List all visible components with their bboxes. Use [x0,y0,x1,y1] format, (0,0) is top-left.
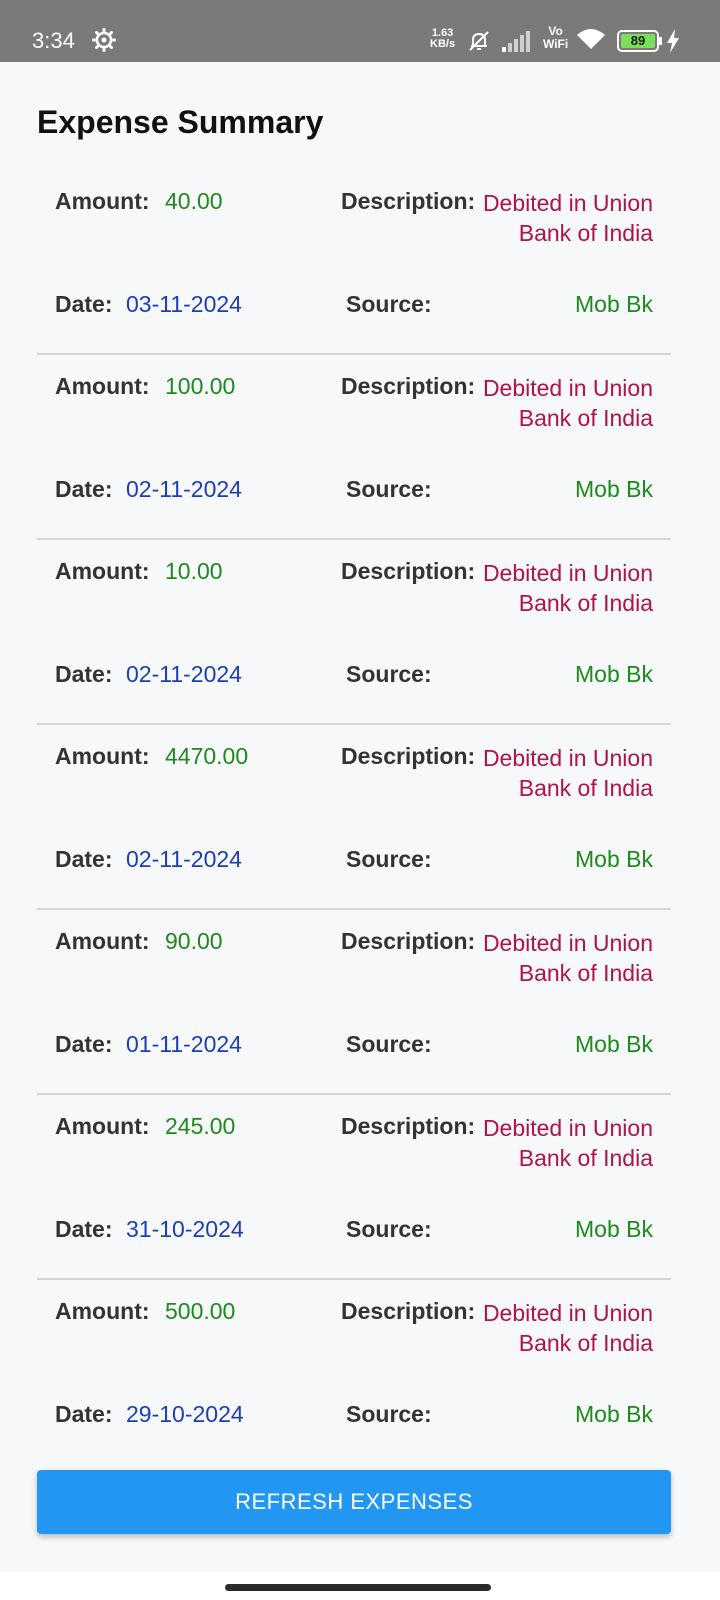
amount-value: 10.00 [165,558,223,584]
expense-item: Amount: 500.00 Description: Debited in U… [37,1280,671,1465]
date-label: Date: [55,1401,113,1427]
expense-item: Amount: 10.00 Description: Debited in Un… [37,540,671,725]
status-time: 3:34 [32,28,75,53]
date-label: Date: [55,661,113,687]
description-value: Debited in Union Bank of India [482,930,653,986]
amount-value: 245.00 [165,1113,236,1139]
gear-icon [92,28,116,52]
expense-item: Amount: 4470.00 Description: Debited in … [37,725,671,910]
amount-label: Amount: [55,1113,150,1139]
source-label: Source: [346,1031,432,1057]
wifi-icon [577,29,605,49]
signal-icon [502,31,530,52]
wifi-label: WiFi [543,37,569,51]
description-value: Debited in Union Bank of India [482,745,653,801]
vowifi-indicator: Vo WiFi [543,25,568,51]
source-label: Source: [346,1216,432,1242]
expense-item: Amount: 90.00 Description: Debited in Un… [37,910,671,1095]
description-value: Debited in Union Bank of India [482,1115,653,1171]
expense-item: Amount: 245.00 Description: Debited in U… [37,1095,671,1280]
source-label: Source: [346,661,432,687]
refresh-expenses-button[interactable]: REFRESH EXPENSES [37,1470,671,1534]
net-speed: 1.63 KB/s [430,28,455,50]
date-value: 03-11-2024 [126,291,242,317]
amount-value: 90.00 [165,928,223,954]
amount-label: Amount: [55,1298,150,1324]
battery-level: 89 [630,33,646,48]
source-value: Mob Bk [575,661,653,687]
date-value: 01-11-2024 [126,1031,242,1057]
source-label: Source: [346,291,432,317]
amount-value: 4470.00 [165,743,249,769]
expense-list[interactable]: Amount: 40.00 Description: Debited in Un… [37,170,671,1465]
amount-value: 500.00 [165,1298,236,1324]
source-label: Source: [346,846,432,872]
description-value: Debited in Union Bank of India [482,190,653,246]
source-value: Mob Bk [575,846,653,872]
amount-label: Amount: [55,373,150,399]
gesture-nav-handle[interactable] [225,1584,491,1591]
source-value: Mob Bk [575,1031,653,1057]
amount-label: Amount: [55,558,150,584]
expense-item: Amount: 100.00 Description: Debited in U… [37,355,671,540]
date-value: 29-10-2024 [126,1401,244,1427]
date-label: Date: [55,846,113,872]
source-value: Mob Bk [575,1216,653,1242]
description-value: Debited in Union Bank of India [482,1300,653,1356]
amount-label: Amount: [55,188,150,214]
amount-value: 100.00 [165,373,236,399]
date-label: Date: [55,291,113,317]
date-label: Date: [55,476,113,502]
page-title: Expense Summary [37,104,324,140]
date-label: Date: [55,1216,113,1242]
source-value: Mob Bk [575,476,653,502]
amount-label: Amount: [55,928,150,954]
mute-icon [469,31,489,51]
description-value: Debited in Union Bank of India [482,560,653,616]
source-label: Source: [346,476,432,502]
status-bar: 3:34 1.63 KB/s Vo WiFi 89 [0,0,720,62]
source-value: Mob Bk [575,1401,653,1427]
date-label: Date: [55,1031,113,1057]
amount-value: 40.00 [165,188,223,214]
date-value: 31-10-2024 [126,1216,244,1242]
date-value: 02-11-2024 [126,476,242,502]
expense-item: Amount: 40.00 Description: Debited in Un… [37,170,671,355]
description-value: Debited in Union Bank of India [482,375,653,431]
amount-label: Amount: [55,743,150,769]
net-speed-unit: KB/s [430,38,456,50]
source-label: Source: [346,1401,432,1427]
bolt-icon [667,29,679,53]
date-value: 02-11-2024 [126,846,242,872]
date-value: 02-11-2024 [126,661,242,687]
source-value: Mob Bk [575,291,653,317]
